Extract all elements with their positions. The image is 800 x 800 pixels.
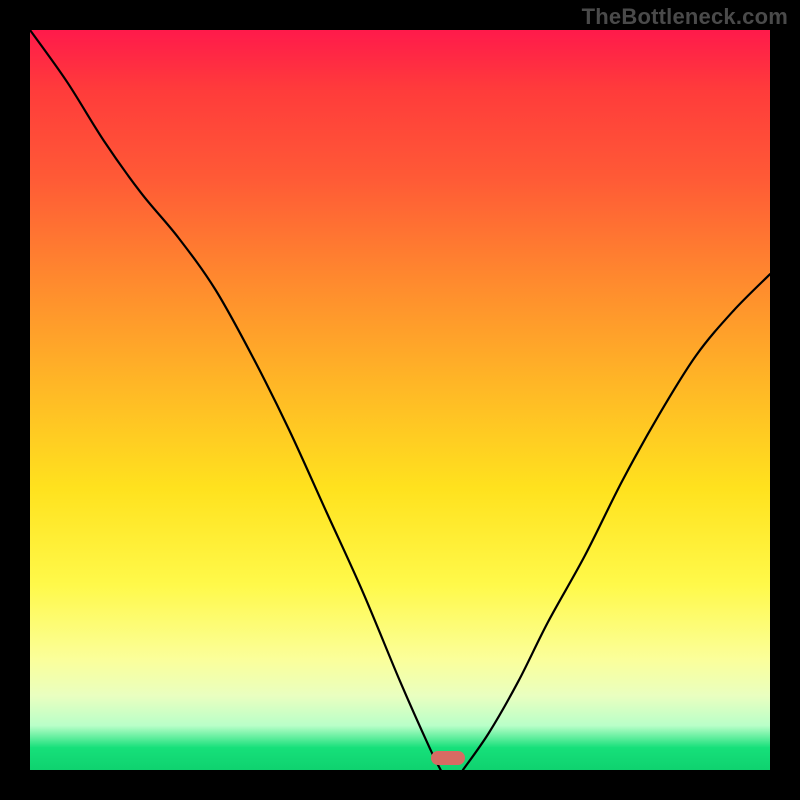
curve-right-branch [463,274,770,770]
watermark-text: TheBottleneck.com [582,4,788,30]
curve-left-branch [30,30,441,770]
valley-marker [431,751,465,765]
bottleneck-curve [30,30,770,770]
chart-frame: TheBottleneck.com [0,0,800,800]
plot-area [30,30,770,770]
